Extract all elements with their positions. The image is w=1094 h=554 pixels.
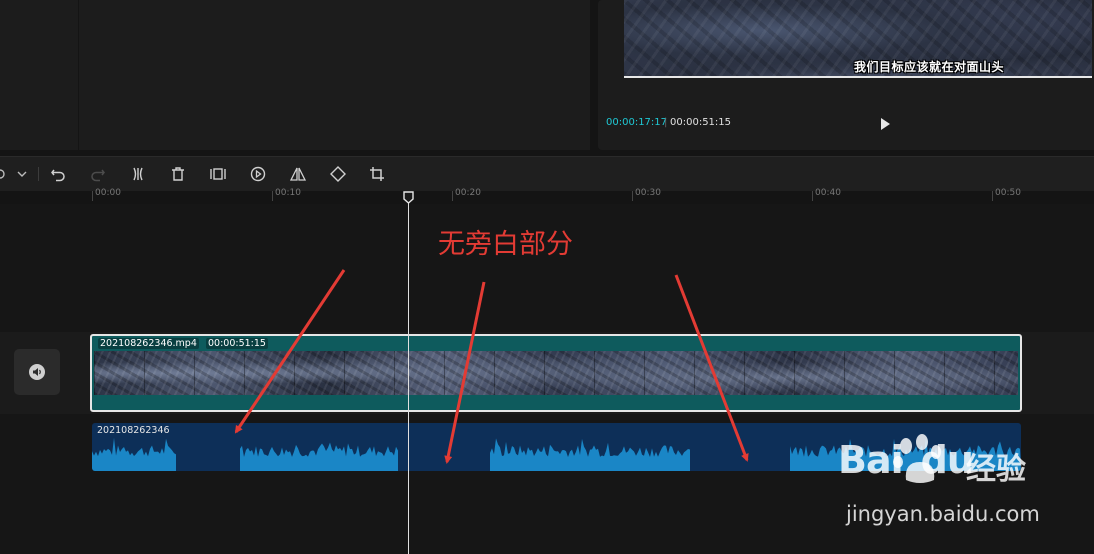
- track-mute-button[interactable]: [14, 349, 60, 395]
- split-icon: [133, 167, 143, 181]
- paw-icon: [893, 434, 941, 483]
- reverse-icon: [250, 166, 266, 182]
- ruler-tick-mark: [992, 191, 993, 201]
- delete-button[interactable]: [169, 165, 187, 183]
- video-preview[interactable]: 我们目标应该就在对面山头: [624, 0, 1092, 78]
- playhead-line: [408, 196, 409, 554]
- undo-button[interactable]: [49, 165, 67, 183]
- ruler-tick: 00:50: [995, 188, 1021, 198]
- watermark-url: jingyan.baidu.com: [846, 502, 1040, 526]
- player-panel: 我们目标应该就在对面山头 00:00:17:17 | 00:00:51:15: [598, 0, 1094, 150]
- edit-toolbar: [0, 156, 1094, 191]
- waveform-segment: [490, 438, 690, 471]
- ruler-tick: 00:30: [635, 188, 661, 198]
- video-clip-duration: 00:00:51:15: [206, 338, 268, 349]
- select-mode-button[interactable]: [0, 165, 14, 183]
- watermark-cn: 经验: [966, 452, 1026, 487]
- total-time: 00:00:51:15: [670, 117, 732, 128]
- undo-icon: [51, 169, 65, 182]
- chevron-down-icon: [17, 171, 27, 177]
- current-time: 00:00:17:17: [606, 117, 668, 128]
- speaker-icon: [29, 364, 45, 380]
- left-panel: [0, 0, 78, 150]
- ruler-tick-mark: [452, 191, 453, 201]
- ruler-tick-mark: [272, 191, 273, 201]
- audio-clip-name: 202108262346: [97, 425, 170, 436]
- ruler-tick: 00:00: [95, 188, 121, 198]
- rotate-button[interactable]: [329, 165, 347, 183]
- annotation-label: 无旁白部分: [438, 229, 573, 260]
- timeline-ruler[interactable]: 00:00 00:10 00:20 00:30 00:40 00:50: [0, 188, 1094, 204]
- playhead-handle[interactable]: [403, 189, 414, 204]
- ruler-tick: 00:40: [815, 188, 841, 198]
- select-mode-dropdown[interactable]: [13, 165, 31, 183]
- redo-icon: [91, 169, 105, 182]
- time-separator: |: [664, 117, 668, 128]
- cursor-icon: [0, 169, 5, 179]
- mirror-button[interactable]: [289, 165, 307, 183]
- rotate-icon: [330, 166, 346, 182]
- baidu-watermark: Bai_du 经验 jingyan.baidu.com: [838, 434, 1088, 528]
- mirror-icon: [289, 167, 307, 181]
- video-clip[interactable]: 202108262346.mp4 00:00:51:15: [90, 334, 1022, 412]
- ruler-tick-mark: [92, 191, 93, 201]
- delete-icon: [172, 167, 184, 181]
- freeze-frame-button[interactable]: [209, 165, 227, 183]
- media-panel: [79, 0, 590, 150]
- ruler-tick: 00:10: [275, 188, 301, 198]
- play-button[interactable]: [879, 116, 891, 130]
- reverse-button[interactable]: [249, 165, 267, 183]
- toolbar-divider: [38, 167, 39, 181]
- freeze-icon: [210, 168, 226, 180]
- split-button[interactable]: [129, 165, 147, 183]
- play-icon: [881, 118, 890, 130]
- ruler-tick-mark: [812, 191, 813, 201]
- video-thumbnails: [94, 351, 1018, 395]
- video-clip-name: 202108262346.mp4: [98, 338, 199, 349]
- preview-subtitle: 我们目标应该就在对面山头: [854, 60, 1005, 74]
- waveform-segment: [92, 437, 176, 471]
- ruler-tick: 00:20: [455, 188, 481, 198]
- waveform-segment: [240, 442, 398, 471]
- crop-button[interactable]: [368, 165, 386, 183]
- crop-icon: [370, 167, 384, 181]
- ruler-tick-mark: [632, 191, 633, 201]
- redo-button[interactable]: [89, 165, 107, 183]
